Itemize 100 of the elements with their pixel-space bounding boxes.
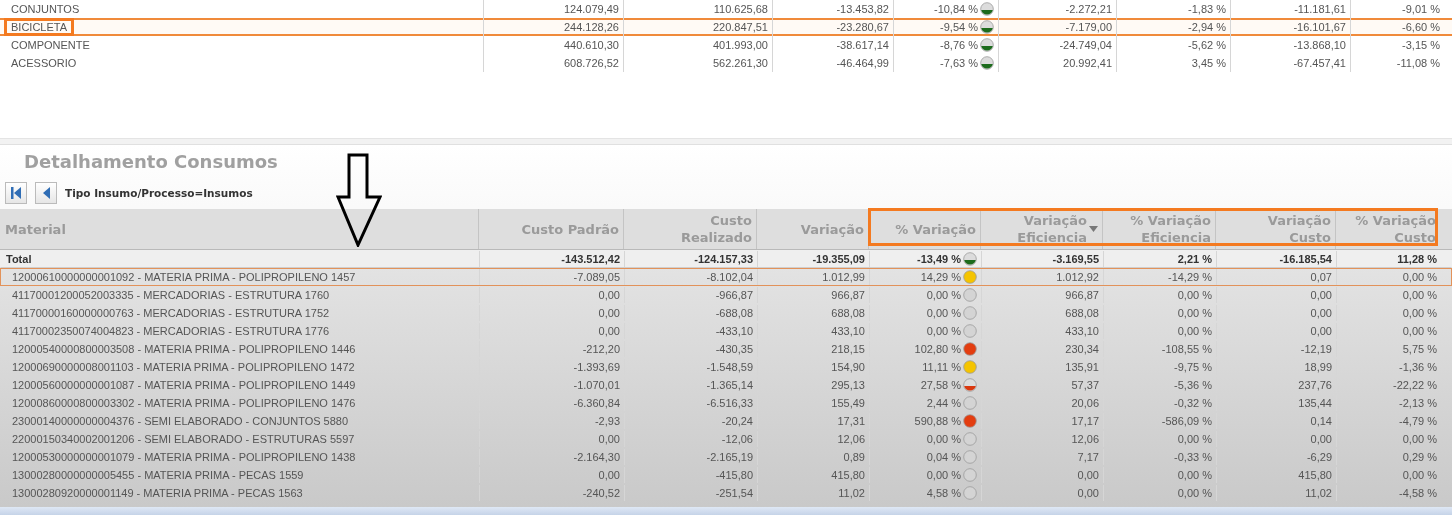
previous-button[interactable] (35, 182, 57, 204)
table-cell: -6,60 % (1350, 18, 1444, 36)
table-cell: -6.516,33 (624, 395, 757, 411)
percent-cell: -7,63 % (893, 54, 998, 72)
table-cell: -6,29 (1216, 449, 1336, 465)
column-header[interactable]: Variação (756, 209, 868, 249)
table-cell: 11,28 % (1336, 251, 1441, 267)
table-cell: 0,07 (1216, 269, 1336, 285)
table-cell: 244.128,26 (483, 18, 623, 36)
percent-cell: 0,00 % (869, 305, 981, 321)
table-cell: -11,08 % (1350, 54, 1444, 72)
table-cell: 2,21 % (1103, 251, 1216, 267)
table-cell: 11,02 (757, 485, 869, 501)
table-cell: -251,54 (624, 485, 757, 501)
table-cell: -4,58 % (1336, 485, 1441, 501)
table-cell: 237,76 (1216, 377, 1336, 393)
table-cell: 1.012,99 (757, 269, 869, 285)
table-cell: -1.548,59 (624, 359, 757, 375)
table-cell: 0,14 (1216, 413, 1336, 429)
table-cell: 295,13 (757, 377, 869, 393)
table-cell: BICICLETA (0, 18, 483, 36)
percent-cell: 0,00 % (869, 323, 981, 339)
table-cell: 415,80 (1216, 467, 1336, 483)
percent-cell: 4,58 % (869, 485, 981, 501)
table-cell: -3.169,55 (981, 251, 1103, 267)
percent-cell: 0,00 % (869, 287, 981, 303)
percent-cell: -9,54 % (893, 18, 998, 36)
table-cell: 7,17 (981, 449, 1103, 465)
percent-cell: 0,00 % (869, 431, 981, 447)
percent-cell: 0,00 % (869, 467, 981, 483)
table-cell: 218,15 (757, 341, 869, 357)
table-cell: 688,08 (757, 305, 869, 321)
table-cell: 608.726,52 (483, 54, 623, 72)
table-cell: 966,87 (981, 287, 1103, 303)
column-header[interactable]: % Variação (868, 209, 980, 249)
table-cell: 155,49 (757, 395, 869, 411)
column-header[interactable]: Variação Custo (1215, 209, 1335, 249)
percent-cell: 0,04 % (869, 449, 981, 465)
table-cell: -23.280,67 (772, 18, 893, 36)
table-cell: -688,08 (624, 305, 757, 321)
table-cell: -433,10 (624, 323, 757, 339)
table-cell: -38.617,14 (772, 36, 893, 54)
table-cell-text: 41170000160000000763 - MERCADORIAS - ESTRUTURA 1752 (11, 306, 331, 321)
table-cell: -13.868,10 (1230, 36, 1350, 54)
table-cell-text: 22000150340002001206 - SEMI ELABORADO - ESTRUTURAS 5597 (11, 432, 356, 447)
table-cell: -67.457,41 (1230, 54, 1350, 72)
table-cell: 0,00 (479, 467, 624, 483)
table-cell: -2,13 % (1336, 395, 1441, 411)
table-cell: 17,17 (981, 413, 1103, 429)
first-page-button[interactable] (5, 182, 27, 204)
column-header[interactable]: % Variação Eficiencia (1102, 209, 1215, 249)
table-cell: 3,45 % (1116, 54, 1230, 72)
table-cell-text: 23000140000000004376 - SEMI ELABORADO - CONJUNTOS 5880 (11, 414, 350, 429)
table-cell: 415,80 (757, 467, 869, 483)
column-header[interactable]: % Variação Custo (1335, 209, 1440, 249)
table-cell: -0,32 % (1103, 395, 1216, 411)
table-cell: -966,87 (624, 287, 757, 303)
table-cell: -5,36 % (1103, 377, 1216, 393)
table-cell-text: CONJUNTOS (10, 2, 81, 17)
table-cell: -20,24 (624, 413, 757, 429)
table-cell: 20,06 (981, 395, 1103, 411)
table-cell: 966,87 (757, 287, 869, 303)
table-cell: 0,00 % (1103, 305, 1216, 321)
table-cell: -16.101,67 (1230, 18, 1350, 36)
table-cell: 0,00 % (1103, 485, 1216, 501)
section-title: Detalhamento Consumos (23, 150, 279, 174)
table-cell: 5,75 % (1336, 341, 1441, 357)
table-cell: -24.749,04 (998, 36, 1116, 54)
table-cell: 0,00 % (1103, 467, 1216, 483)
table-cell-text: 12000540000800003508 - MATERIA PRIMA - POLIPROPILENO 1446 (11, 342, 357, 357)
scroll-bar[interactable] (0, 507, 1452, 515)
column-header[interactable]: Material (0, 209, 478, 249)
column-header[interactable]: Custo Padrão (478, 209, 623, 249)
column-header[interactable]: Variação Eficiencia (980, 209, 1102, 249)
table-cell: -9,75 % (1103, 359, 1216, 375)
table-cell: 135,91 (981, 359, 1103, 375)
table-cell: 0,00 (1216, 323, 1336, 339)
table-cell-text: 12000860000800003302 - MATERIA PRIMA - POLIPROPILENO 1476 (11, 396, 357, 411)
table-cell: 0,00 (981, 467, 1103, 483)
table-cell: 0,00 (479, 431, 624, 447)
table-cell: 0,00 (479, 287, 624, 303)
table-cell: -212,20 (479, 341, 624, 357)
table-cell: 0,00 % (1336, 323, 1441, 339)
table-cell: 0,29 % (1336, 449, 1441, 465)
table-cell: -12,19 (1216, 341, 1336, 357)
table-cell: 0,00 % (1336, 305, 1441, 321)
table-cell: 12,06 (981, 431, 1103, 447)
table-cell: 0,00 (1216, 305, 1336, 321)
table-cell-text: ACESSORIO (10, 56, 78, 71)
table-cell: -415,80 (624, 467, 757, 483)
table-cell-text: 13000280920000001149 - MATERIA PRIMA - PECAS 1563 (11, 486, 304, 501)
table-cell: -0,33 % (1103, 449, 1216, 465)
table-cell-text: Total (5, 252, 33, 267)
column-header[interactable]: Custo Realizado (623, 209, 756, 249)
percent-cell: -13,49 % (869, 251, 981, 267)
table-cell: -240,52 (479, 485, 624, 501)
table-cell: -22,22 % (1336, 377, 1441, 393)
table-cell: -16.185,54 (1216, 251, 1336, 267)
percent-cell: 27,58 % (869, 377, 981, 393)
table-cell: 0,00 (479, 323, 624, 339)
